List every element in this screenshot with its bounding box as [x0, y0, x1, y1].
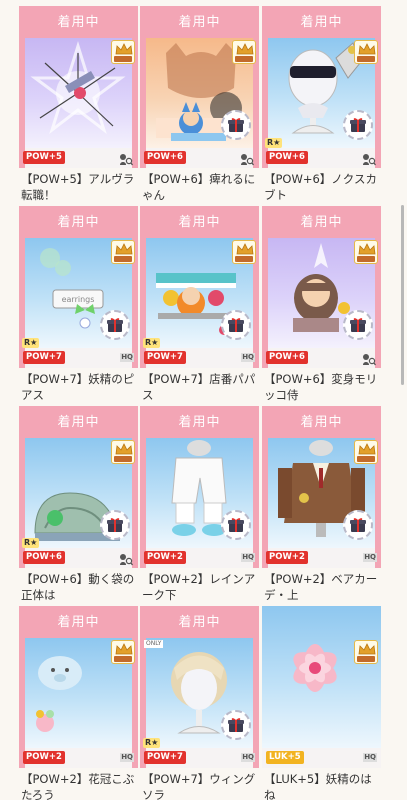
- hq-badge: HQ: [241, 353, 255, 362]
- item-card[interactable]: 着用中 earrings R★ POW+7 HQ 【POW+7】妖精のピアス: [19, 206, 138, 402]
- stat-badge: POW+5: [23, 151, 65, 164]
- rarity-badge: R★: [22, 338, 40, 348]
- gift-icon[interactable]: [343, 510, 373, 540]
- hq-badge: HQ: [120, 353, 134, 362]
- equipped-banner: 着用中: [262, 406, 381, 438]
- item-card[interactable]: 着用中 POW+2 HQ 【POW+2】花冠こぶたろう: [19, 606, 138, 800]
- crown-icon: [232, 240, 256, 264]
- avatar-zoom-icon[interactable]: [362, 151, 377, 166]
- gift-icon[interactable]: [343, 310, 373, 340]
- gift-icon[interactable]: [221, 110, 251, 140]
- equipped-banner: 着用中: [262, 206, 381, 238]
- crown-icon: [111, 40, 135, 64]
- equipped-banner: 着用中: [19, 406, 138, 438]
- item-caption[interactable]: 【POW+6】痺れるにゃん: [142, 171, 259, 203]
- item-caption[interactable]: 【POW+7】妖精のピアス: [21, 371, 138, 403]
- equipped-banner: 着用中: [140, 206, 259, 238]
- item-caption[interactable]: 【POW+5】アルヴラ転職！: [21, 171, 138, 203]
- stat-badge: POW+6: [266, 151, 308, 164]
- stat-badge: POW+7: [144, 751, 186, 764]
- avatar-zoom-icon[interactable]: [240, 151, 255, 166]
- avatar-zoom-icon[interactable]: [362, 351, 377, 366]
- item-thumbnail[interactable]: 着用中 ONLY R★ POW+7 HQ: [140, 606, 259, 768]
- item-image: [262, 606, 381, 748]
- rarity-badge: R★: [22, 538, 40, 548]
- stat-badge: LUK+5: [266, 751, 304, 764]
- stat-badge: POW+6: [23, 551, 65, 564]
- stat-badge: POW+7: [144, 351, 186, 364]
- crown-icon: [232, 40, 256, 64]
- crown-icon: [354, 640, 378, 664]
- item-card[interactable]: 着用中 R★ POW+6 【POW+6】動く袋の正体は: [19, 406, 138, 602]
- item-caption[interactable]: 【LUK+5】妖精のはね: [264, 771, 381, 800]
- item-thumbnail[interactable]: 着用中 POW+5: [19, 6, 138, 168]
- crown-icon: [111, 640, 135, 664]
- equipped-banner: 着用中: [140, 606, 259, 638]
- avatar-zoom-icon[interactable]: [119, 151, 134, 166]
- item-thumbnail[interactable]: 着用中 R★ POW+6: [19, 406, 138, 568]
- stat-badge: POW+6: [144, 151, 186, 164]
- avatar-zoom-icon[interactable]: [119, 551, 134, 566]
- item-thumbnail[interactable]: 着用中 POW+2 HQ: [140, 406, 259, 568]
- item-card[interactable]: LUK+5 HQ 【LUK+5】妖精のはね: [262, 606, 381, 800]
- gift-icon[interactable]: [221, 510, 251, 540]
- item-card[interactable]: 着用中 R★ POW+6 【POW+6】ノクスカブト: [262, 6, 381, 202]
- item-caption[interactable]: 【POW+2】花冠こぶたろう: [21, 771, 138, 800]
- stat-badge: POW+2: [23, 751, 65, 764]
- item-card[interactable]: 着用中 POW+2 HQ 【POW+2】レインアーク下: [140, 406, 259, 602]
- gift-icon[interactable]: [343, 110, 373, 140]
- item-thumbnail[interactable]: 着用中 earrings R★ POW+7 HQ: [19, 206, 138, 368]
- item-thumbnail[interactable]: 着用中 POW+6: [262, 206, 381, 368]
- item-card[interactable]: 着用中 POW+6 【POW+6】痺れるにゃん: [140, 6, 259, 202]
- crown-icon: [111, 440, 135, 464]
- rarity-badge: R★: [265, 138, 283, 148]
- rarity-badge: R★: [143, 738, 161, 748]
- gift-icon[interactable]: [100, 510, 130, 540]
- item-card[interactable]: 着用中 ONLY R★ POW+7 HQ 【POW+7】ウィングソラ: [140, 606, 259, 800]
- item-caption[interactable]: 【POW+2】レインアーク下: [142, 571, 259, 603]
- stat-badge: POW+2: [266, 551, 308, 564]
- item-caption[interactable]: 【POW+6】ノクスカブト: [264, 171, 381, 203]
- item-thumbnail[interactable]: 着用中 POW+6: [140, 6, 259, 168]
- crown-icon: [111, 240, 135, 264]
- item-card[interactable]: 着用中 POW+2 HQ 【POW+2】ベアカーデ・上: [262, 406, 381, 602]
- hq-badge: HQ: [363, 753, 377, 762]
- hq-badge: HQ: [363, 553, 377, 562]
- item-caption[interactable]: 【POW+2】ベアカーデ・上: [264, 571, 381, 603]
- item-thumbnail[interactable]: 着用中 R★ POW+6: [262, 6, 381, 168]
- hq-badge: HQ: [241, 553, 255, 562]
- item-card[interactable]: 着用中 POW+5 【POW+5】アルヴラ転職！: [19, 6, 138, 202]
- item-caption[interactable]: 【POW+7】店番パパス: [142, 371, 259, 403]
- equipped-banner: 着用中: [262, 6, 381, 38]
- item-caption[interactable]: 【POW+7】ウィングソラ: [142, 771, 259, 800]
- gift-icon[interactable]: [221, 310, 251, 340]
- hq-badge: HQ: [120, 753, 134, 762]
- item-caption[interactable]: 【POW+6】動く袋の正体は: [21, 571, 138, 603]
- equipped-banner: 着用中: [19, 206, 138, 238]
- only-badge: ONLY: [144, 640, 164, 648]
- hq-badge: HQ: [241, 753, 255, 762]
- item-thumbnail[interactable]: 着用中 POW+2 HQ: [19, 606, 138, 768]
- equipped-banner: 着用中: [19, 606, 138, 638]
- stat-badge: POW+2: [144, 551, 186, 564]
- item-thumbnail[interactable]: 着用中 POW+2 HQ: [262, 406, 381, 568]
- item-card[interactable]: 着用中 R★ POW+7 HQ 【POW+7】店番パパス: [140, 206, 259, 402]
- gift-icon[interactable]: [100, 310, 130, 340]
- crown-icon: [354, 40, 378, 64]
- svg-text:earrings: earrings: [62, 295, 95, 304]
- item-thumbnail[interactable]: 着用中 R★ POW+7 HQ: [140, 206, 259, 368]
- stat-badge: POW+6: [266, 351, 308, 364]
- equipped-banner: 着用中: [19, 6, 138, 38]
- rarity-badge: R★: [143, 338, 161, 348]
- equipped-banner: 着用中: [140, 6, 259, 38]
- item-card[interactable]: 着用中 POW+6 【POW+6】変身モリッコ侍: [262, 206, 381, 402]
- equipped-banner: 着用中: [140, 406, 259, 438]
- crown-icon: [354, 440, 378, 464]
- crown-icon: [354, 240, 378, 264]
- gift-icon[interactable]: [221, 710, 251, 740]
- item-caption[interactable]: 【POW+6】変身モリッコ侍: [264, 371, 381, 403]
- scrollbar[interactable]: [401, 205, 404, 385]
- stat-badge: POW+7: [23, 351, 65, 364]
- item-thumbnail[interactable]: LUK+5 HQ: [262, 606, 381, 768]
